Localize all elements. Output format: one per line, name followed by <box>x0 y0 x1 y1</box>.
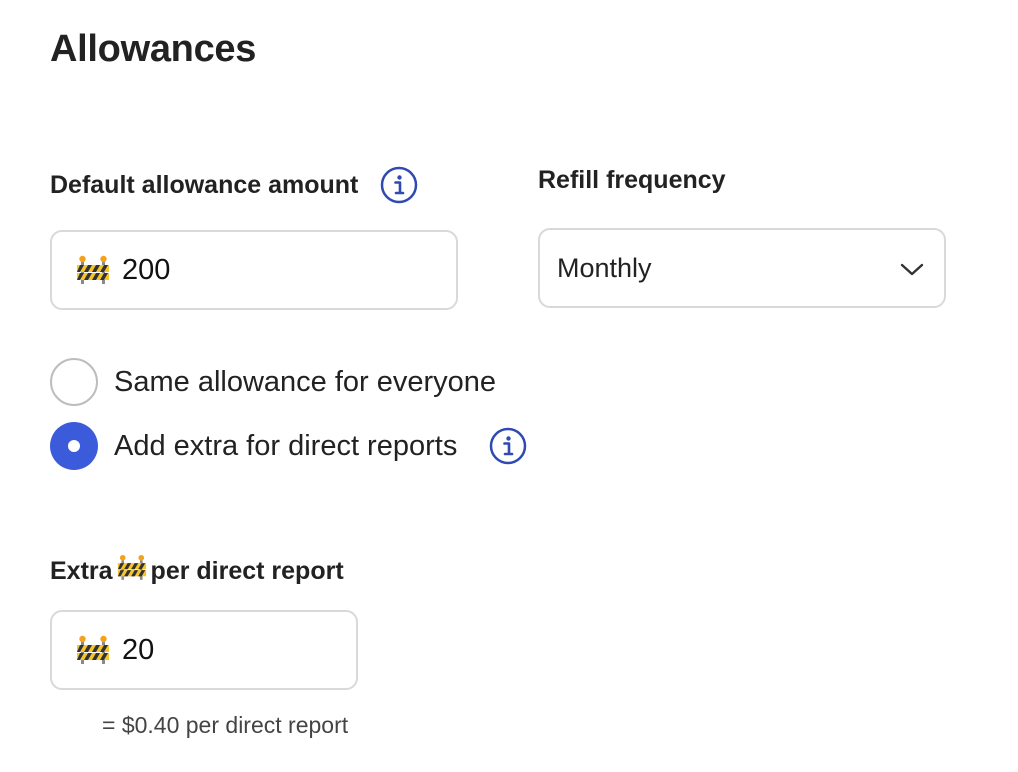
radio-button-checked[interactable] <box>50 422 98 470</box>
refill-frequency-select[interactable]: Monthly <box>538 228 946 308</box>
construction-barrier-icon <box>76 255 110 285</box>
extra-label-suffix: per direct report <box>150 556 344 585</box>
default-allowance-label: Default allowance amount <box>50 170 359 199</box>
construction-barrier-icon <box>117 554 147 588</box>
extra-per-report-input[interactable]: 20 <box>50 610 358 690</box>
radio-option-extra[interactable]: Add extra for direct reports <box>50 422 527 470</box>
construction-barrier-icon <box>76 635 110 665</box>
info-icon[interactable] <box>380 166 418 204</box>
info-icon[interactable] <box>489 427 527 465</box>
radio-label-extra: Add extra for direct reports <box>114 429 458 462</box>
radio-option-same[interactable]: Same allowance for everyone <box>50 358 496 406</box>
default-allowance-input[interactable]: 200 <box>50 230 458 310</box>
allowances-page: Allowances Default allowance amount 200 … <box>0 0 1018 772</box>
extra-per-report-value: 20 <box>122 633 155 666</box>
chevron-down-icon <box>900 253 924 284</box>
extra-per-report-label: Extra per direct report <box>50 554 344 588</box>
refill-frequency-value: Monthly <box>557 252 652 283</box>
default-allowance-label-row: Default allowance amount <box>50 166 418 204</box>
radio-button-unchecked[interactable] <box>50 358 98 406</box>
extra-per-report-helper: = $0.40 per direct report <box>102 712 349 738</box>
extra-label-prefix: Extra <box>50 556 113 585</box>
page-title: Allowances <box>50 28 257 70</box>
radio-label-same: Same allowance for everyone <box>114 365 497 398</box>
refill-frequency-label: Refill frequency <box>538 166 726 194</box>
default-allowance-value: 200 <box>122 253 171 286</box>
